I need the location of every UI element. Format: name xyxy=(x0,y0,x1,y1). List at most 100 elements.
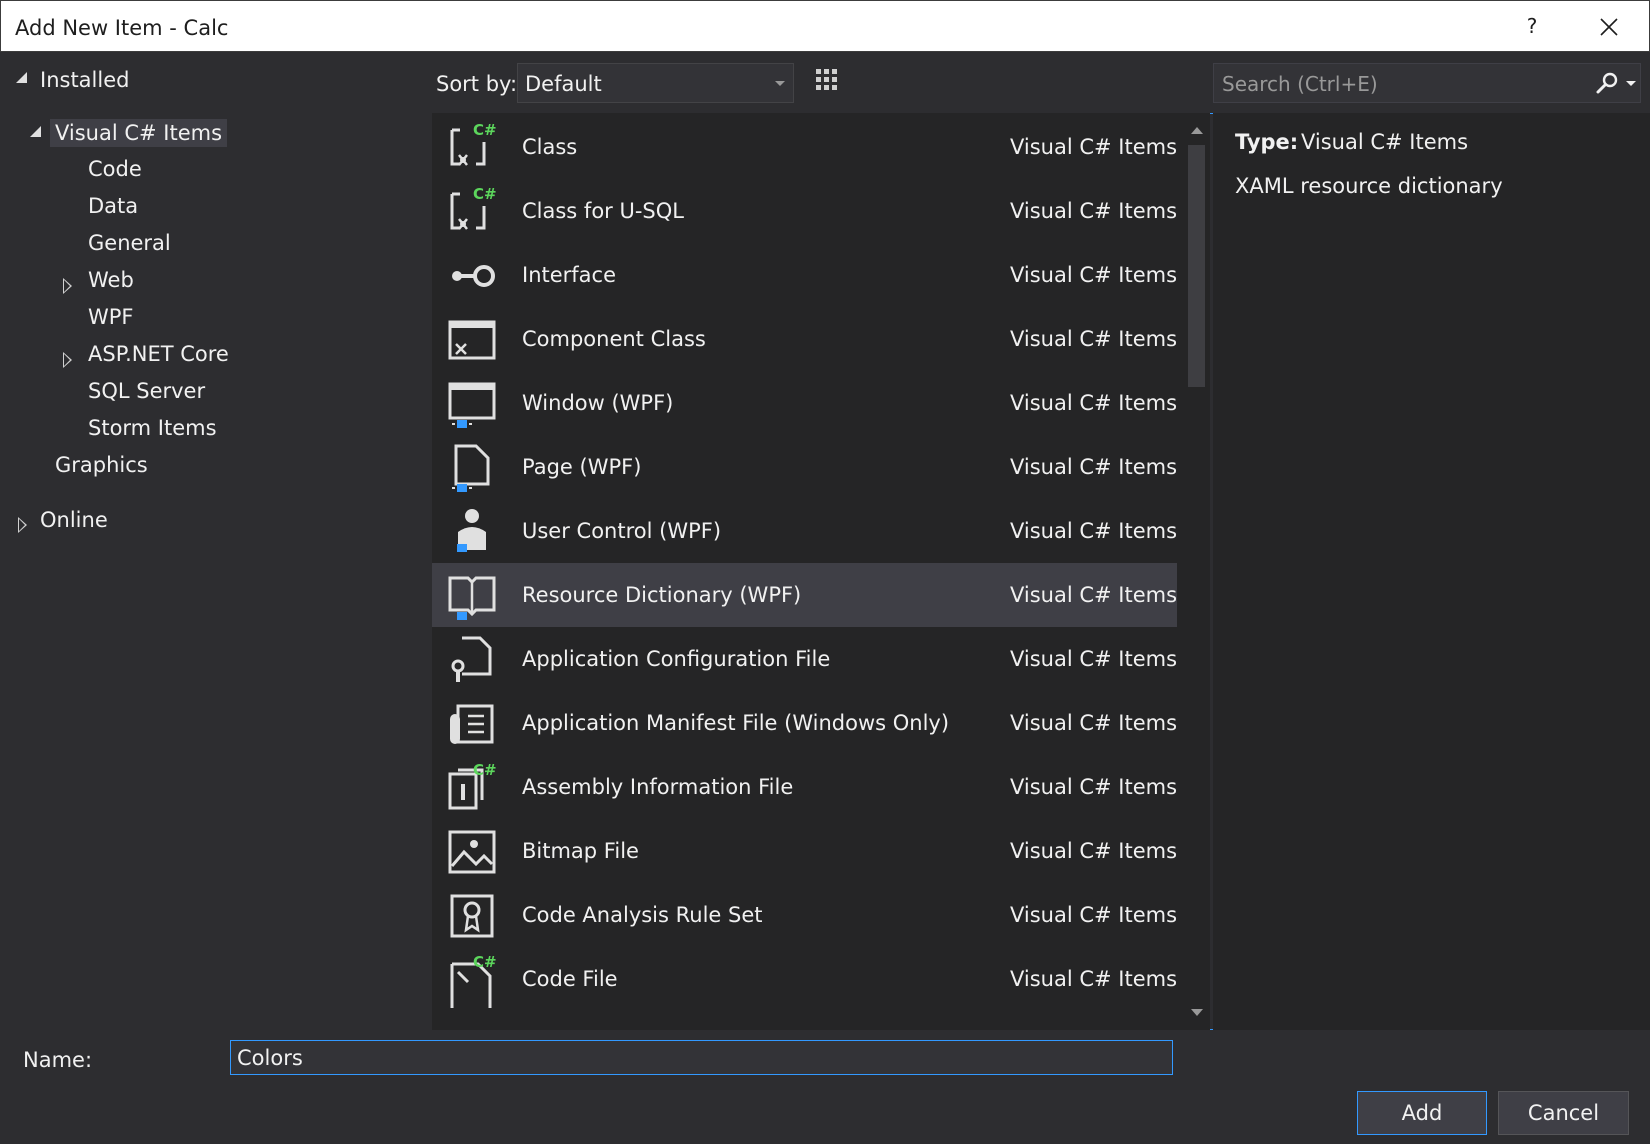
help-button[interactable]: ? xyxy=(1521,14,1543,38)
template-name: Bitmap File xyxy=(522,839,639,863)
sort-by-dropdown[interactable]: Default xyxy=(517,63,794,103)
template-row[interactable]: Page (WPF) Visual C# Items xyxy=(432,435,1177,499)
template-list-scrollbar[interactable] xyxy=(1183,113,1210,1030)
code-file-icon: C# xyxy=(450,953,497,1008)
search-box[interactable] xyxy=(1213,63,1641,103)
search-icon[interactable] xyxy=(1594,70,1620,96)
tree-node-data[interactable]: Data xyxy=(88,194,138,218)
template-row[interactable]: C# Assembly Information File Visual C# Ite… xyxy=(432,755,1177,819)
collapsed-arrow-icon[interactable] xyxy=(63,278,72,294)
interface-icon xyxy=(452,265,495,287)
scrollbar-thumb[interactable] xyxy=(1188,145,1205,387)
class-icon: C# xyxy=(450,185,497,230)
template-name: Application Configuration File xyxy=(522,647,831,671)
template-name: Class xyxy=(522,135,578,159)
title-bar: Add New Item - Calc ? xyxy=(0,0,1650,52)
dialog-title: Add New Item - Calc xyxy=(15,16,229,40)
template-row[interactable]: Application Manifest File (Windows Only)… xyxy=(432,691,1177,755)
template-type: Visual C# Items xyxy=(1010,263,1178,287)
template-type: Visual C# Items xyxy=(1010,903,1178,927)
sort-by-label: Sort by: xyxy=(436,72,518,96)
template-description: XAML resource dictionary xyxy=(1235,174,1503,198)
template-type: Visual C# Items xyxy=(1010,391,1178,415)
window-icon xyxy=(448,382,496,428)
tree-node-installed[interactable]: Installed xyxy=(40,68,129,92)
add-new-item-dialog: Add New Item - Calc ? Installed Visual C… xyxy=(0,0,1650,1144)
svg-text:C#: C# xyxy=(473,121,497,139)
template-row[interactable]: C# Code File Visual C# Items xyxy=(432,947,1177,1011)
scroll-up-icon[interactable] xyxy=(1191,127,1203,134)
template-name: Class for U-SQL xyxy=(522,199,684,223)
template-type: Visual C# Items xyxy=(1010,327,1178,351)
template-row[interactable]: Application Configuration File Visual C# … xyxy=(432,627,1177,691)
grid-view-icon xyxy=(816,69,837,90)
template-row[interactable]: Bitmap File Visual C# Items xyxy=(432,819,1177,883)
add-button[interactable]: Add xyxy=(1357,1091,1487,1135)
type-label: Type: xyxy=(1235,130,1299,154)
tree-node-storm-items[interactable]: Storm Items xyxy=(88,416,217,440)
template-type: Visual C# Items xyxy=(1010,775,1178,799)
template-name: Code File xyxy=(522,967,618,991)
template-row[interactable]: C# Class Visual C# Items xyxy=(432,115,1177,179)
template-row[interactable]: Code Analysis Rule Set Visual C# Items xyxy=(432,883,1177,947)
template-name: Assembly Information File xyxy=(522,775,794,799)
template-name: Window (WPF) xyxy=(522,391,674,415)
tree-node-code[interactable]: Code xyxy=(88,157,142,181)
template-list: C# Class Visual C# Items C# Class for U-SQL V… xyxy=(432,113,1210,1030)
expanded-arrow-icon[interactable] xyxy=(30,126,41,137)
template-type: Visual C# Items xyxy=(1010,967,1178,991)
tree-node-aspnet-core[interactable]: ASP.NET Core xyxy=(88,342,229,366)
expanded-arrow-icon[interactable] xyxy=(16,72,27,83)
class-icon: C# xyxy=(450,121,497,166)
config-icon xyxy=(451,636,492,682)
template-name: Component Class xyxy=(522,327,706,351)
search-input[interactable] xyxy=(1220,70,1584,98)
book-icon xyxy=(448,576,496,620)
template-name: Page (WPF) xyxy=(522,455,642,479)
svg-text:C#: C# xyxy=(473,761,497,779)
template-row[interactable]: User Control (WPF) Visual C# Items xyxy=(432,499,1177,563)
manifest-icon xyxy=(450,704,494,744)
image-icon xyxy=(448,830,496,874)
template-type: Visual C# Items xyxy=(1010,519,1178,543)
tree-node-visual-csharp-items[interactable]: Visual C# Items xyxy=(50,119,228,147)
template-category-tree: Installed Visual C# Items Code Data Gene… xyxy=(0,52,430,1030)
search-options-chevron-icon[interactable] xyxy=(1626,81,1636,86)
chevron-down-icon xyxy=(775,81,785,86)
template-row[interactable]: Resource Dictionary (WPF) Visual C# Items xyxy=(432,563,1177,627)
close-icon[interactable] xyxy=(1599,17,1619,37)
template-type: Visual C# Items xyxy=(1010,839,1178,863)
tree-node-online[interactable]: Online xyxy=(40,508,108,532)
small-icons-view-button[interactable] xyxy=(807,62,847,102)
name-input[interactable] xyxy=(230,1040,1173,1075)
template-type: Visual C# Items xyxy=(1010,711,1178,735)
collapsed-arrow-icon[interactable] xyxy=(18,517,27,533)
template-row[interactable]: Window (WPF) Visual C# Items xyxy=(432,371,1177,435)
sort-by-value: Default xyxy=(525,72,602,96)
page-icon xyxy=(452,444,490,492)
tree-node-general[interactable]: General xyxy=(88,231,171,255)
component-icon xyxy=(448,320,496,360)
template-name: Application Manifest File (Windows Only) xyxy=(522,711,950,735)
template-name: Resource Dictionary (WPF) xyxy=(522,583,802,607)
template-name: User Control (WPF) xyxy=(522,519,722,543)
name-label: Name: xyxy=(23,1048,93,1072)
tree-node-sql-server[interactable]: SQL Server xyxy=(88,379,205,403)
user-control-icon xyxy=(457,509,486,552)
tree-node-graphics[interactable]: Graphics xyxy=(55,453,148,477)
tree-node-web[interactable]: Web xyxy=(88,268,134,292)
type-value: Visual C# Items xyxy=(1301,130,1469,154)
template-row[interactable]: Interface Visual C# Items xyxy=(432,243,1177,307)
template-type: Visual C# Items xyxy=(1010,583,1178,607)
template-type: Visual C# Items xyxy=(1010,647,1178,671)
svg-text:C#: C# xyxy=(473,185,497,203)
template-row[interactable]: C# Class for U-SQL Visual C# Items xyxy=(432,179,1177,243)
cancel-button[interactable]: Cancel xyxy=(1498,1091,1629,1135)
template-name: Interface xyxy=(522,263,617,287)
template-name: Code Analysis Rule Set xyxy=(522,903,763,927)
collapsed-arrow-icon[interactable] xyxy=(63,352,72,368)
template-row[interactable]: Component Class Visual C# Items xyxy=(432,307,1177,371)
details-panel: Type: Visual C# Items XAML resource dict… xyxy=(1213,113,1650,1030)
scroll-down-icon[interactable] xyxy=(1191,1009,1203,1016)
tree-node-wpf[interactable]: WPF xyxy=(88,305,134,329)
